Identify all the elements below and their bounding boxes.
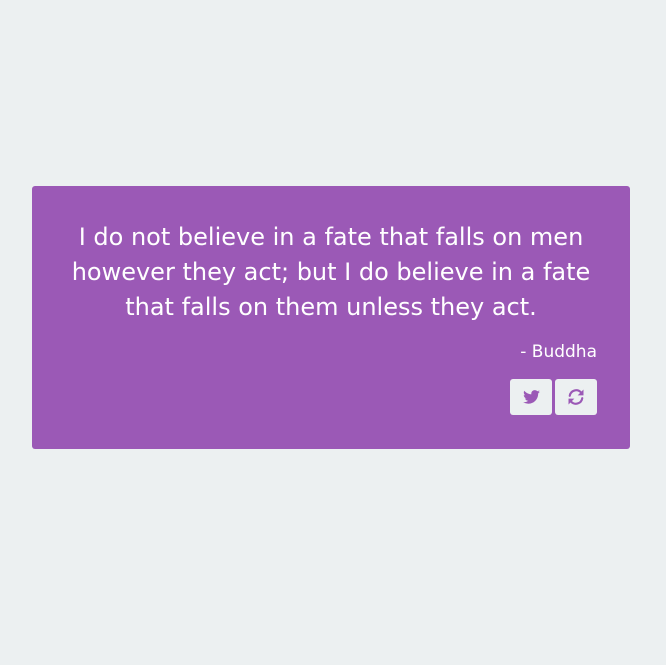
quote-author: - Buddha bbox=[520, 342, 597, 362]
tweet-button[interactable] bbox=[510, 379, 552, 415]
refresh-icon bbox=[566, 387, 586, 407]
twitter-icon bbox=[522, 390, 540, 404]
quote-text: I do not believe in a fate that falls on… bbox=[71, 223, 591, 321]
quote-card: I do not believe in a fate that falls on… bbox=[32, 186, 630, 449]
new-quote-button[interactable] bbox=[555, 379, 597, 415]
